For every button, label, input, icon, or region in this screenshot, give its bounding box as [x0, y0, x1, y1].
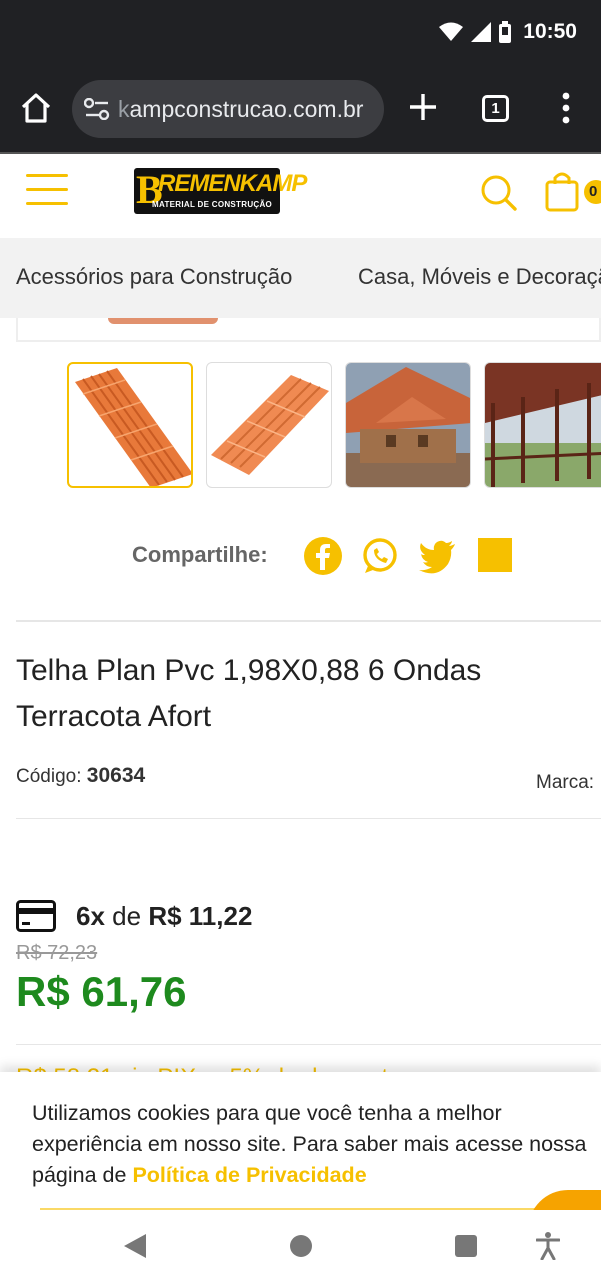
installment-word: de — [112, 900, 142, 931]
wifi-icon — [439, 22, 464, 41]
product-code-value: 30634 — [86, 764, 146, 787]
roof-tile-image — [75, 368, 191, 486]
new-tab-icon[interactable] — [406, 90, 440, 124]
android-nav-bar — [0, 1210, 601, 1280]
home-icon[interactable] — [18, 90, 54, 126]
status-time: 10:50 — [523, 20, 577, 43]
accessibility-icon[interactable] — [536, 1232, 560, 1260]
cart-count-badge: 0 — [584, 180, 601, 204]
cookie-text: Utilizamos cookies para que você tenha a… — [32, 1098, 600, 1191]
shopping-bag-icon[interactable] — [544, 170, 580, 212]
logo-text: REMENKAMP — [158, 170, 307, 197]
product-code: Código: 30634 — [16, 764, 145, 788]
screen: 10:50 kampconstrucao.com.br 1 B REMENKAM… — [0, 0, 601, 1280]
category-item-casa-moveis[interactable]: Casa, Móveis e Decoração — [358, 264, 601, 290]
thumbnail-3[interactable] — [345, 362, 471, 488]
status-icons: 10:50 — [439, 20, 577, 44]
signal-icon — [471, 22, 492, 42]
old-price: R$ 72,23 — [16, 942, 98, 964]
thumbnail-4[interactable] — [484, 362, 601, 488]
logo-subtitle: MATERIAL DE CONSTRUÇÃO — [152, 200, 273, 209]
product-code-label: Código: — [16, 766, 82, 787]
installment-info: 6x de R$ 11,22 — [16, 898, 252, 934]
email-share-icon[interactable] — [478, 538, 512, 572]
facebook-icon[interactable] — [303, 536, 343, 576]
home-circle-icon[interactable] — [290, 1235, 312, 1257]
category-item-acessorios[interactable]: Acessórios para Construção — [16, 264, 292, 290]
installment-count: 6x — [76, 900, 105, 931]
more-options-icon[interactable] — [556, 90, 576, 126]
current-price: R$ 61,76 — [16, 968, 187, 1015]
url-faded-prefix: k — [118, 96, 130, 122]
product-brand-label: Marca: — [536, 772, 595, 793]
veranda-roof-image — [485, 363, 601, 487]
browser-toolbar: kampconstrucao.com.br 1 — [0, 70, 601, 152]
thumbnail-strip — [0, 360, 601, 490]
divider-top — [16, 620, 601, 622]
cookie-banner: Utilizamos cookies para que você tenha a… — [0, 1072, 601, 1230]
category-nav: Acessórios para Construção Casa, Móveis … — [0, 238, 601, 318]
recents-icon[interactable] — [455, 1235, 477, 1257]
tab-switcher-button[interactable]: 1 — [482, 95, 509, 122]
privacy-policy-link[interactable]: Política de Privacidade — [132, 1163, 366, 1187]
main-image-edge — [108, 318, 218, 324]
status-bar: 10:50 — [0, 0, 601, 70]
back-icon[interactable] — [124, 1234, 146, 1258]
url-domain: ampconstrucao.com.br — [129, 96, 364, 122]
divider-middle — [16, 818, 601, 819]
main-image-frame — [16, 318, 601, 342]
credit-card-icon — [16, 900, 56, 932]
search-icon[interactable] — [478, 172, 518, 212]
site-settings-icon[interactable] — [84, 98, 110, 120]
hamburger-menu-icon[interactable] — [26, 174, 68, 208]
product-title: Telha Plan Pvc 1,98X0,88 6 Ondas Terraco… — [16, 654, 482, 733]
battery-icon — [499, 21, 512, 43]
installment-value: R$ 11,22 — [148, 900, 253, 931]
brand-logo[interactable]: B REMENKAMP MATERIAL DE CONSTRUÇÃO — [134, 168, 307, 214]
share-section: Compartilhe: — [0, 530, 601, 582]
url-bar[interactable]: kampconstrucao.com.br — [72, 80, 384, 138]
roof-tile-flat-image — [211, 375, 329, 475]
thumbnail-1[interactable] — [67, 362, 193, 488]
share-label: Compartilhe: — [132, 542, 268, 567]
whatsapp-icon[interactable] — [360, 536, 400, 576]
installment-text: 6x de R$ 11,22 — [76, 901, 252, 932]
site-header: B REMENKAMP MATERIAL DE CONSTRUÇÃO 0 — [0, 152, 601, 238]
thumbnail-2[interactable] — [206, 362, 332, 488]
url-text[interactable]: kampconstrucao.com.br — [118, 96, 378, 123]
house-roof-image — [346, 363, 470, 487]
twitter-icon[interactable] — [417, 536, 457, 576]
divider-bottom — [16, 1044, 601, 1045]
